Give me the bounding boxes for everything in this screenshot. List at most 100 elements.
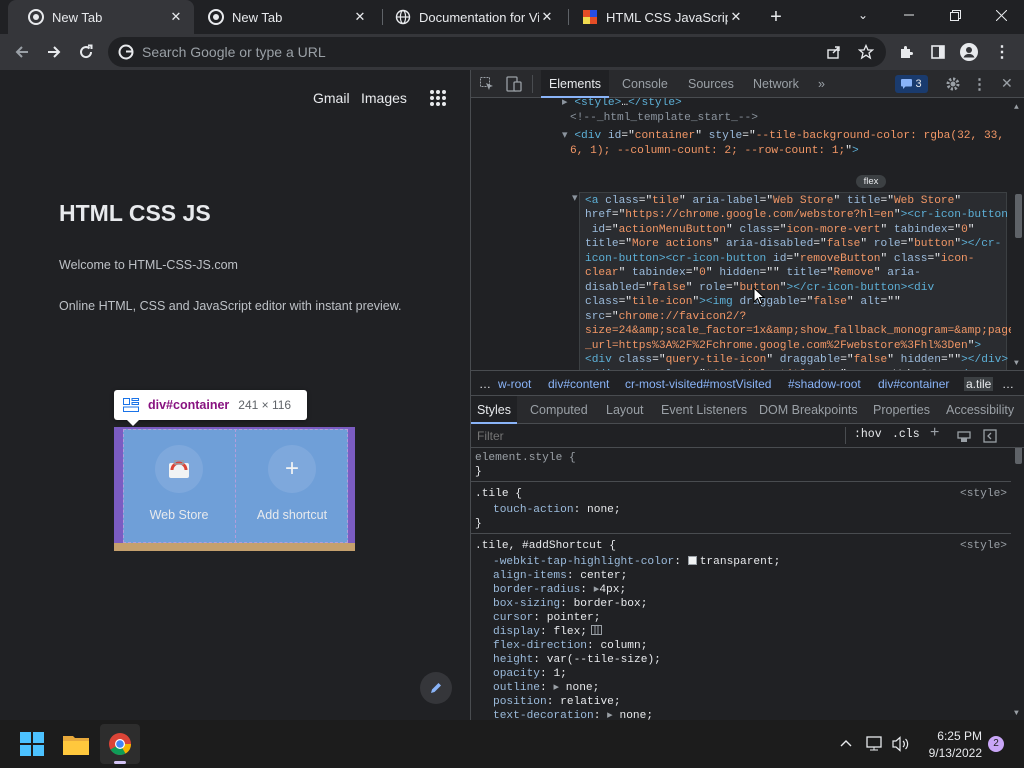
breadcrumb-item[interactable]: div#container <box>878 377 949 391</box>
close-devtools-icon[interactable]: ✕ <box>1001 75 1013 92</box>
dom-line-tile-10[interactable]: size=24&amp;scale_factor=1x&amp;show_fal… <box>585 324 1015 338</box>
expand-triangle-icon[interactable]: ▸ <box>553 682 565 694</box>
dom-line-container-cont[interactable]: 6, 1); --column-count: 2; --row-count: 1… <box>570 144 859 158</box>
dom-comment[interactable]: <!--_html_template_start_--> <box>570 111 758 125</box>
css-declaration[interactable]: flex-direction: column; <box>493 639 647 653</box>
settings-gear-icon[interactable] <box>945 76 961 92</box>
scroll-down-icon[interactable]: ▼ <box>1014 707 1019 720</box>
inspect-element-icon[interactable] <box>480 77 494 91</box>
volume-icon[interactable] <box>892 736 910 752</box>
extensions-puzzle-icon[interactable] <box>892 38 920 66</box>
dom-line-tile-11[interactable]: _url=https%3A%2F%2Fchrome.google.com%2Fw… <box>585 339 981 353</box>
notification-badge[interactable]: 2 <box>988 736 1004 752</box>
css-declaration[interactable]: border-radius: ▸4px; <box>493 583 626 597</box>
breadcrumb-item-selected[interactable]: a.tile <box>964 377 994 391</box>
hov-toggle[interactable]: :hov <box>854 428 882 441</box>
dom-line[interactable]: ▸ <style>…</style> <box>562 98 682 110</box>
network-icon[interactable] <box>866 736 884 752</box>
scrollbar-thumb[interactable] <box>1015 194 1022 238</box>
dom-line-tile-9[interactable]: src="chrome://favicon2/? <box>585 310 746 324</box>
close-tab-icon[interactable]: ✕ <box>168 9 184 25</box>
scroll-up-icon[interactable]: ▲ <box>1014 101 1019 115</box>
computed-sidebar-icon[interactable] <box>983 429 997 443</box>
dom-line-tile-2[interactable]: href="https://chrome.google.com/webstore… <box>585 208 1008 222</box>
rule-source-link[interactable]: <style> <box>960 539 1007 553</box>
css-declaration[interactable]: align-items: center; <box>493 569 627 583</box>
subtab-layout[interactable]: Layout <box>606 396 644 424</box>
subtab-accessibility[interactable]: Accessibility <box>946 396 1014 424</box>
rule-selector[interactable]: .tile, #addShortcut { <box>475 539 616 553</box>
cls-toggle[interactable]: .cls <box>892 428 920 441</box>
apps-grid-icon[interactable] <box>429 89 447 107</box>
tab-console[interactable]: Console <box>622 70 668 98</box>
new-rule-plus-icon[interactable]: + <box>930 424 939 442</box>
gmail-link[interactable]: Gmail <box>313 90 350 106</box>
dom-line-tile-3[interactable]: id="actionMenuButton" class="icon-more-v… <box>585 223 975 237</box>
css-declaration[interactable]: -webkit-tap-highlight-color: transparent… <box>493 555 780 569</box>
css-declaration[interactable]: text-decoration: ▸ none; <box>493 709 653 720</box>
customize-pencil-icon[interactable] <box>420 672 452 704</box>
devtools-menu-kebab-icon[interactable]: ⋮ <box>972 75 987 93</box>
dom-line-tile-4[interactable]: title="More actions" aria-disabled="fals… <box>585 237 1001 251</box>
flex-badge[interactable]: flex <box>856 175 886 188</box>
breadcrumb-ellipsis[interactable]: … <box>479 377 491 391</box>
tab-new-tab-2[interactable]: New Tab ✕ <box>188 0 378 34</box>
clock-time[interactable]: 6:25 PM <box>918 729 982 743</box>
elements-scrollbar[interactable]: ▲ ▼ <box>1011 98 1024 370</box>
styles-scrollbar[interactable]: ▲ ▼ <box>1011 448 1024 720</box>
breadcrumb-item[interactable]: div#content <box>548 377 609 391</box>
tile-web-store[interactable]: Web Store <box>123 429 235 543</box>
css-declaration[interactable]: outline: ▸ none; <box>493 681 599 695</box>
rule-selector[interactable]: .tile { <box>475 487 522 501</box>
dom-line-tile-12[interactable]: <div class="query-tile-icon" draggable="… <box>585 353 1008 367</box>
subtab-event-listeners[interactable]: Event Listeners <box>661 396 747 424</box>
tab-new-tab-1[interactable]: New Tab ✕ <box>8 0 194 34</box>
dom-line-tile-8[interactable]: class="tile-icon"><img draggable="false"… <box>585 295 901 309</box>
side-panel-icon[interactable] <box>924 38 952 66</box>
subtab-properties[interactable]: Properties <box>873 396 930 424</box>
tab-sources[interactable]: Sources <box>688 70 734 98</box>
tab-elements[interactable]: Elements <box>541 70 609 98</box>
styles-filter-input[interactable] <box>475 426 845 445</box>
tab-network[interactable]: Network <box>753 70 799 98</box>
tab-html-css-js[interactable]: HTML CSS JavaScript - ✕ <box>562 0 754 34</box>
windows-start-icon[interactable] <box>12 724 52 764</box>
css-declaration[interactable]: cursor: pointer; <box>493 611 600 625</box>
file-explorer-icon[interactable] <box>56 724 96 764</box>
more-tabs-chevron-icon[interactable]: » <box>818 70 825 98</box>
reload-icon[interactable] <box>72 38 100 66</box>
dom-line-container[interactable]: ▾ <div id="container" style="--tile-back… <box>562 129 1018 143</box>
breadcrumb-item[interactable]: cr-most-visited#mostVisited <box>625 377 771 391</box>
address-bar[interactable]: Search Google or type a URL <box>108 37 886 67</box>
issues-badge[interactable]: 3 <box>895 75 928 93</box>
dom-expand-arrow[interactable]: ▾ <box>572 192 578 206</box>
chrome-taskbar-icon[interactable] <box>100 724 140 764</box>
share-icon[interactable] <box>820 38 848 66</box>
close-tab-icon[interactable]: ✕ <box>539 9 555 25</box>
tab-documentation[interactable]: Documentation for Vis ✕ <box>375 0 565 34</box>
minimize-button[interactable] <box>886 0 932 30</box>
css-declaration[interactable]: touch-action: none; <box>493 503 621 517</box>
tab-search-chevron-icon[interactable]: ⌄ <box>840 0 886 30</box>
color-swatch[interactable] <box>687 556 697 565</box>
toggle-element-state-icon[interactable] <box>957 429 971 443</box>
bookmark-star-icon[interactable] <box>852 38 880 66</box>
subtab-dom-breakpoints[interactable]: DOM Breakpoints <box>759 396 858 424</box>
css-declaration[interactable]: box-sizing: border-box; <box>493 597 647 611</box>
scroll-down-icon[interactable]: ▼ <box>1014 357 1019 370</box>
device-toolbar-icon[interactable] <box>506 76 522 92</box>
css-declaration[interactable]: height: var(--tile-size); <box>493 653 661 667</box>
clock-date[interactable]: 9/13/2022 <box>918 746 982 760</box>
menu-kebab-icon[interactable]: ⋮ <box>988 38 1016 66</box>
restore-button[interactable] <box>932 0 978 30</box>
rule-source-link[interactable]: <style> <box>960 487 1007 501</box>
css-declaration[interactable]: display: flex; <box>493 625 603 639</box>
breadcrumb-item[interactable]: #shadow-root <box>788 377 861 391</box>
css-declaration[interactable]: position: relative; <box>493 695 621 709</box>
show-hidden-icons-chevron-icon[interactable] <box>840 736 852 750</box>
dom-line-tile-5[interactable]: icon-button><cr-icon-button id="removeBu… <box>585 252 974 266</box>
subtab-styles[interactable]: Styles <box>471 396 517 424</box>
images-link[interactable]: Images <box>361 90 407 106</box>
breadcrumb-item[interactable]: w-root <box>498 377 531 391</box>
css-declaration[interactable]: opacity: 1; <box>493 667 567 681</box>
